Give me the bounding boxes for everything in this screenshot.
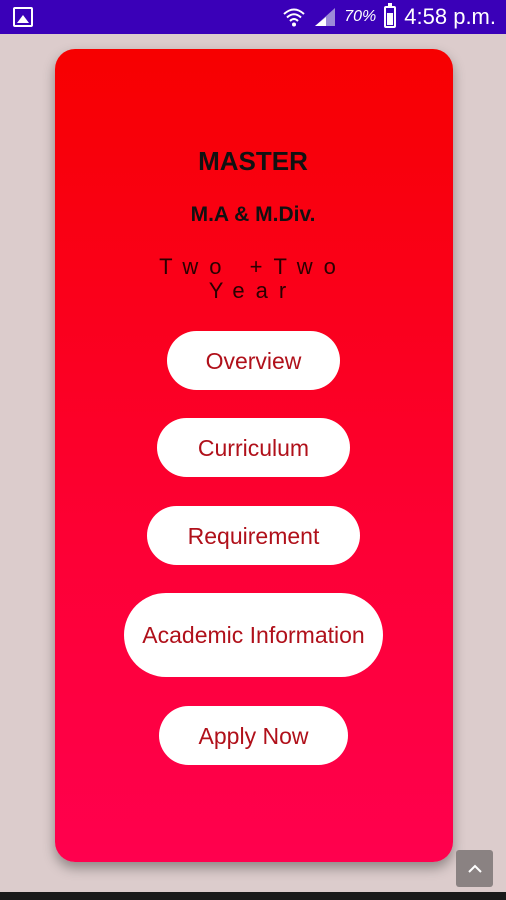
status-bar: 70% 4:58 p.m. (0, 0, 506, 34)
wifi-icon (283, 8, 305, 27)
chevron-up-icon (467, 864, 482, 873)
requirement-button[interactable]: Requirement (147, 506, 360, 565)
curriculum-button[interactable]: Curriculum (157, 418, 350, 477)
overview-button[interactable]: Overview (167, 331, 340, 390)
battery-icon (384, 3, 397, 28)
status-time: 4:58 p.m. (404, 4, 496, 29)
program-duration: Two +Two Year (159, 254, 347, 303)
navigation-bar-edge (0, 892, 506, 900)
academic-information-button[interactable]: Academic Information (124, 593, 383, 677)
signal-icon (315, 8, 336, 26)
program-subtitle: M.A & M.Div. (190, 203, 316, 226)
status-right-group: 70% 4:58 p.m. (282, 0, 496, 34)
apply-now-button[interactable]: Apply Now (159, 706, 348, 765)
scroll-to-top-button[interactable] (456, 850, 493, 887)
battery-percent: 70% (344, 8, 377, 25)
page-title: MASTER (198, 146, 308, 176)
image-icon (13, 7, 33, 27)
